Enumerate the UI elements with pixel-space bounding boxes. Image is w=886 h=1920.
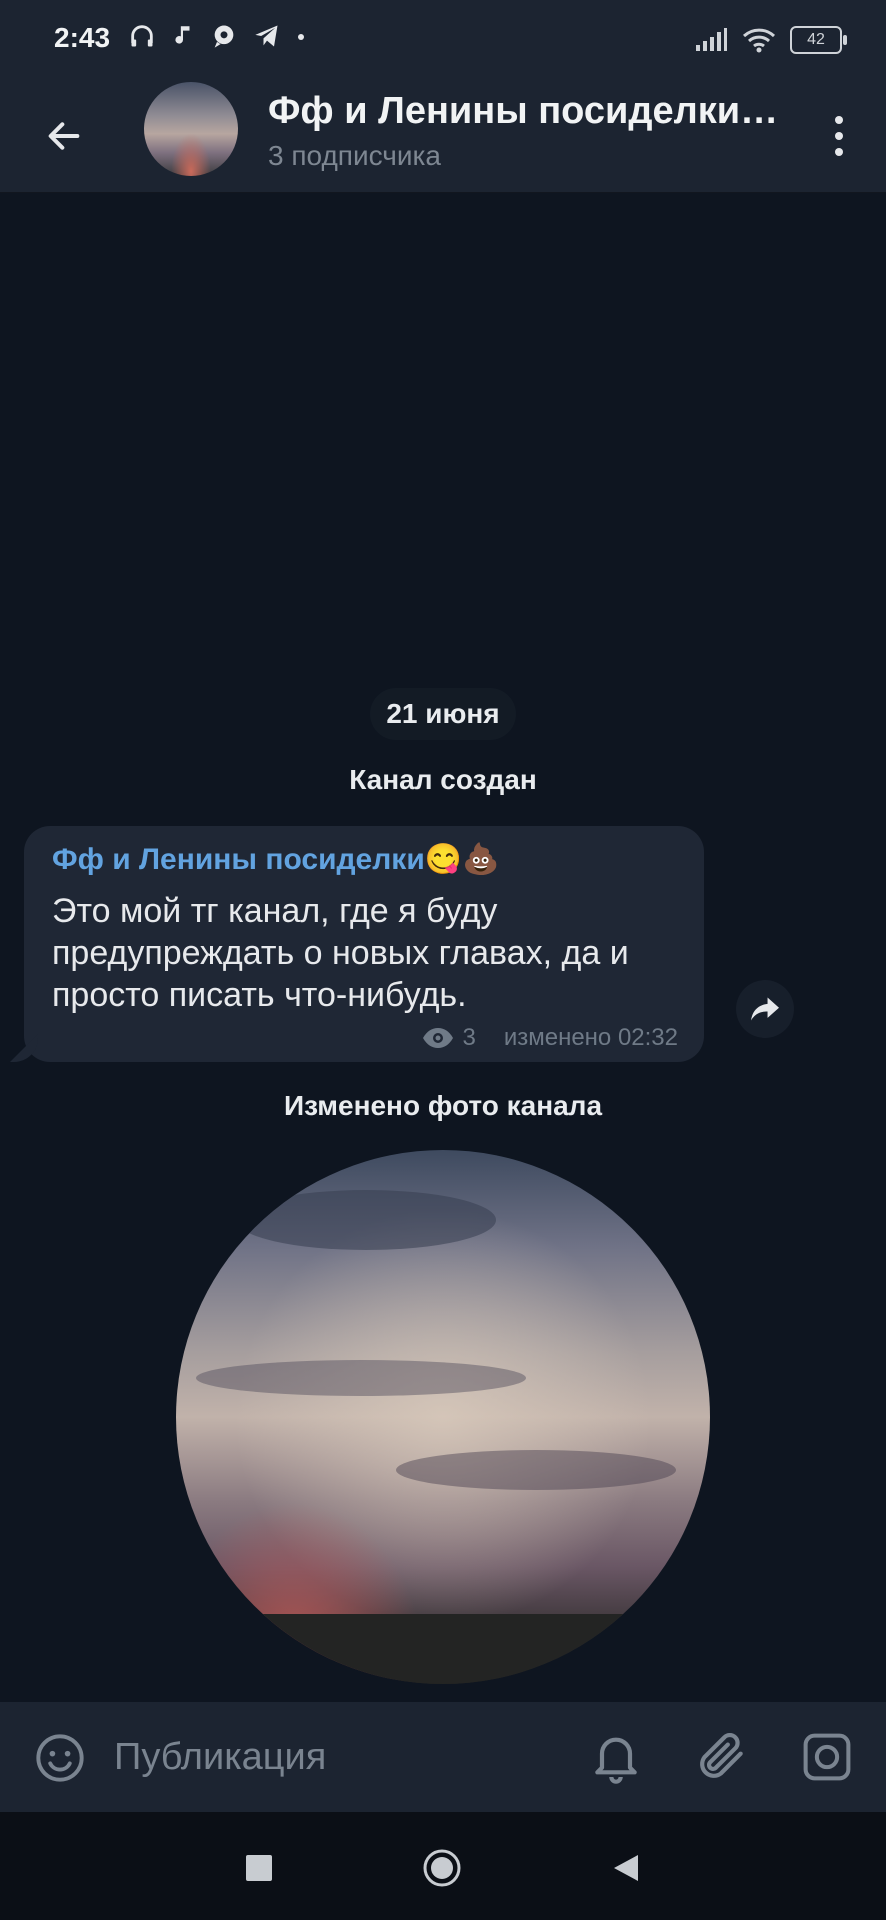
nav-back-button[interactable] xyxy=(610,1852,642,1884)
wifi-icon xyxy=(742,28,776,53)
chat-header: Фф и Ленины посиделки… 3 подписчика xyxy=(0,80,886,193)
more-dot xyxy=(835,116,843,124)
share-button[interactable] xyxy=(736,980,794,1038)
headphones-icon xyxy=(131,25,153,47)
emoji-icon[interactable] xyxy=(34,1732,86,1784)
status-bar: 2:43 42 xyxy=(0,0,886,80)
input-bar: Публикация xyxy=(0,1702,886,1812)
eye-icon xyxy=(423,1028,454,1048)
bell-icon[interactable] xyxy=(588,1728,644,1784)
music-note-icon xyxy=(175,26,190,44)
arrow-left-icon xyxy=(48,122,80,150)
back-button[interactable] xyxy=(36,108,92,164)
message-text: Это мой тг канал, где я буду предупрежда… xyxy=(52,892,629,1014)
edited-time: изменено 02:32 xyxy=(503,1024,678,1051)
battery-level: 42 xyxy=(807,31,825,48)
service-message-created: Канал создан xyxy=(349,764,537,795)
channel-avatar[interactable] xyxy=(144,82,238,176)
home-button[interactable] xyxy=(422,1848,462,1888)
battery-icon: 42 xyxy=(790,26,847,54)
message-bubble[interactable]: Фф и Ленины посиделки😋💩 Это мой тг канал… xyxy=(24,826,704,1062)
photo-cloud xyxy=(196,1360,526,1396)
message-input[interactable]: Публикация xyxy=(114,1736,326,1779)
channel-photo[interactable] xyxy=(176,1150,710,1684)
message-meta: 3 изменено 02:32 xyxy=(422,1024,678,1052)
service-message-photo-changed: Изменено фото канала xyxy=(283,1090,603,1121)
share-arrow-icon xyxy=(751,997,779,1021)
more-dot xyxy=(835,132,843,140)
subscriber-count: 3 подписчика xyxy=(268,140,441,171)
channel-title[interactable]: Фф и Ленины посиделки… xyxy=(268,90,788,133)
message-author: Фф и Ленины посиделки😋💩 xyxy=(52,843,500,876)
photo-cloud xyxy=(396,1450,676,1490)
paperclip-icon[interactable] xyxy=(694,1728,750,1784)
dot-icon xyxy=(298,34,304,40)
view-count: 3 xyxy=(462,1024,476,1051)
more-dot xyxy=(835,148,843,156)
more-menu-button[interactable] xyxy=(814,106,864,166)
status-time: 2:43 xyxy=(54,22,111,53)
recents-button[interactable] xyxy=(246,1855,272,1881)
status-right-icons: 42 xyxy=(694,26,847,54)
chat-bubble-icon xyxy=(214,25,234,48)
telegram-icon xyxy=(255,25,278,47)
photo-ground xyxy=(176,1614,710,1684)
signal-icon xyxy=(696,28,727,51)
status-left-icons xyxy=(128,22,306,50)
camera-icon[interactable] xyxy=(800,1730,854,1784)
photo-cloud xyxy=(236,1190,496,1250)
date-separator: 21 июня xyxy=(370,688,516,740)
